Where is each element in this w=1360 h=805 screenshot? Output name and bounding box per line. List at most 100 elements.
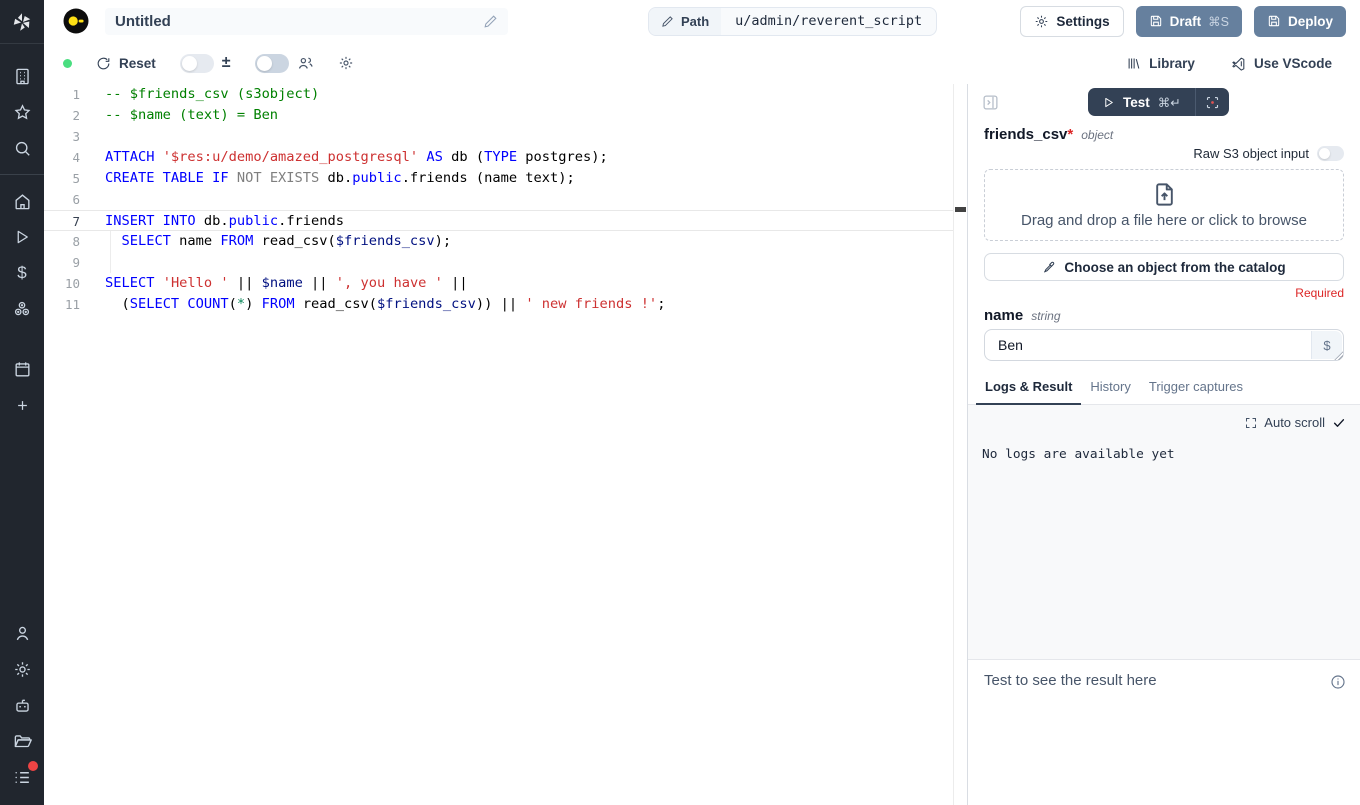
- expand-icon[interactable]: [1245, 417, 1257, 429]
- save-icon: [1267, 14, 1281, 28]
- test-shortcut: ⌘↵: [1158, 95, 1181, 110]
- library-label: Library: [1149, 56, 1195, 71]
- resize-handle[interactable]: [1334, 351, 1343, 360]
- settings-label: Settings: [1056, 14, 1109, 29]
- sidebar-divider: [0, 174, 44, 175]
- reset-button[interactable]: Reset: [96, 56, 156, 71]
- tab-logs-result[interactable]: Logs & Result: [976, 379, 1081, 405]
- settings-button[interactable]: Settings: [1020, 6, 1123, 37]
- arg-friends-csv-type: object: [1081, 128, 1113, 142]
- test-label: Test: [1123, 95, 1150, 110]
- robot-icon[interactable]: [0, 687, 44, 723]
- list-icon[interactable]: [0, 759, 44, 795]
- line-number: 4: [44, 147, 80, 168]
- code-line[interactable]: 1-- $friends_csv (s3object): [44, 84, 953, 105]
- code-line[interactable]: 9: [44, 252, 953, 273]
- folder-icon[interactable]: [0, 723, 44, 759]
- tab-history[interactable]: History: [1081, 379, 1139, 404]
- raw-s3-toggle[interactable]: [1317, 146, 1344, 161]
- code-line[interactable]: 11 (SELECT COUNT(*) FROM read_csv($frien…: [44, 294, 953, 315]
- arg-friends-csv-label: friends_csv*: [984, 126, 1073, 143]
- line-number: 11: [44, 294, 80, 315]
- choose-object-button[interactable]: Choose an object from the catalog: [984, 253, 1344, 281]
- code-lines: 1-- $friends_csv (s3object)2-- $name (te…: [44, 84, 953, 805]
- toggle-switch[interactable]: [255, 54, 289, 73]
- raw-s3-label: Raw S3 object input: [1193, 146, 1309, 161]
- deploy-button[interactable]: Deploy: [1254, 6, 1346, 37]
- code-editor[interactable]: 1-- $friends_csv (s3object)2-- $name (te…: [44, 84, 967, 805]
- status-dot: [63, 59, 72, 68]
- logs-empty-message: No logs are available yet: [982, 447, 1346, 462]
- draft-button[interactable]: Draft ⌘S: [1136, 6, 1242, 37]
- vscode-icon: [1231, 56, 1246, 71]
- file-dropzone[interactable]: Drag and drop a file here or click to br…: [984, 169, 1344, 241]
- collapse-panel-icon[interactable]: [982, 94, 999, 111]
- path-button[interactable]: Path u/admin/reverent_script: [648, 7, 937, 36]
- calendar-icon[interactable]: [0, 351, 44, 387]
- search-icon[interactable]: [0, 130, 44, 166]
- save-icon: [1149, 14, 1163, 28]
- dollar-icon[interactable]: $: [0, 255, 44, 291]
- line-number: 1: [44, 84, 80, 105]
- windmill-logo[interactable]: [0, 0, 44, 44]
- script-title: Untitled: [115, 13, 483, 30]
- code-line[interactable]: 5CREATE TABLE IF NOT EXISTS db.public.fr…: [44, 168, 953, 189]
- duckdb-logo: [63, 8, 89, 34]
- user-icon[interactable]: [0, 615, 44, 651]
- line-number: 6: [44, 189, 80, 210]
- code-line[interactable]: 3: [44, 126, 953, 147]
- star-icon[interactable]: [0, 94, 44, 130]
- code-line[interactable]: 2-- $name (text) = Ben: [44, 105, 953, 126]
- dropzone-text: Drag and drop a file here or click to br…: [1021, 212, 1307, 229]
- diff-toggle[interactable]: ±: [180, 54, 231, 73]
- editor-scrollbar[interactable]: [953, 84, 967, 805]
- use-vscode-button[interactable]: Use VScode: [1231, 56, 1332, 71]
- script-title-field[interactable]: Untitled: [105, 8, 508, 35]
- reset-label: Reset: [119, 56, 156, 71]
- info-icon[interactable]: [1330, 674, 1346, 690]
- line-number: 3: [44, 126, 80, 147]
- gear-icon[interactable]: [0, 651, 44, 687]
- auto-scroll-control[interactable]: Auto scroll: [982, 415, 1346, 430]
- tab-trigger-captures[interactable]: Trigger captures: [1140, 379, 1252, 404]
- draft-label: Draft: [1170, 14, 1202, 29]
- capture-button[interactable]: [1195, 88, 1229, 116]
- name-input[interactable]: [984, 329, 1344, 361]
- deploy-label: Deploy: [1288, 14, 1333, 29]
- editor-settings-button[interactable]: [338, 55, 354, 71]
- edit-path-pencil-icon: [661, 15, 674, 28]
- topbar: Untitled Path u/admin/reverent_script: [44, 0, 1360, 42]
- line-number: 10: [44, 273, 80, 294]
- required-hint: Required: [984, 286, 1344, 300]
- logs-pane: Auto scroll No logs are available yet: [968, 405, 1360, 660]
- boxes-icon[interactable]: [0, 291, 44, 327]
- code-line[interactable]: 10SELECT 'Hello ' || $name || ', you hav…: [44, 273, 953, 294]
- draft-shortcut: ⌘S: [1208, 14, 1229, 29]
- result-pane: Test to see the result here: [968, 660, 1360, 805]
- sidebar: $: [0, 0, 44, 805]
- check-icon[interactable]: [1332, 416, 1346, 430]
- play-icon[interactable]: [0, 219, 44, 255]
- edit-title-pencil-icon[interactable]: [483, 14, 498, 29]
- line-number: 7: [44, 211, 80, 232]
- notification-badge: [28, 761, 38, 771]
- path-value: u/admin/reverent_script: [721, 8, 936, 35]
- toggle-switch[interactable]: [180, 54, 214, 73]
- test-button[interactable]: Test ⌘↵: [1088, 88, 1195, 116]
- line-number: 2: [44, 105, 80, 126]
- code-line[interactable]: 7INSERT INTO db.public.friends: [44, 210, 953, 231]
- multiplayer-toggle[interactable]: [255, 54, 314, 73]
- code-line[interactable]: 6: [44, 189, 953, 210]
- code-line[interactable]: 4ATTACH '$res:u/demo/amazed_postgresql' …: [44, 147, 953, 168]
- editor-toolbar: Reset ±: [44, 42, 1360, 84]
- home-icon[interactable]: [0, 183, 44, 219]
- code-line[interactable]: 8 SELECT name FROM read_csv($friends_csv…: [44, 231, 953, 252]
- required-star: *: [1067, 126, 1073, 143]
- library-button[interactable]: Library: [1126, 56, 1195, 71]
- arguments-form: friends_csv* object Raw S3 object input …: [968, 122, 1360, 361]
- test-panel-header: Test ⌘↵: [968, 84, 1360, 122]
- plus-icon[interactable]: [0, 387, 44, 423]
- app-window: $: [0, 0, 1360, 805]
- building-icon[interactable]: [0, 58, 44, 94]
- gear-icon: [1034, 14, 1049, 29]
